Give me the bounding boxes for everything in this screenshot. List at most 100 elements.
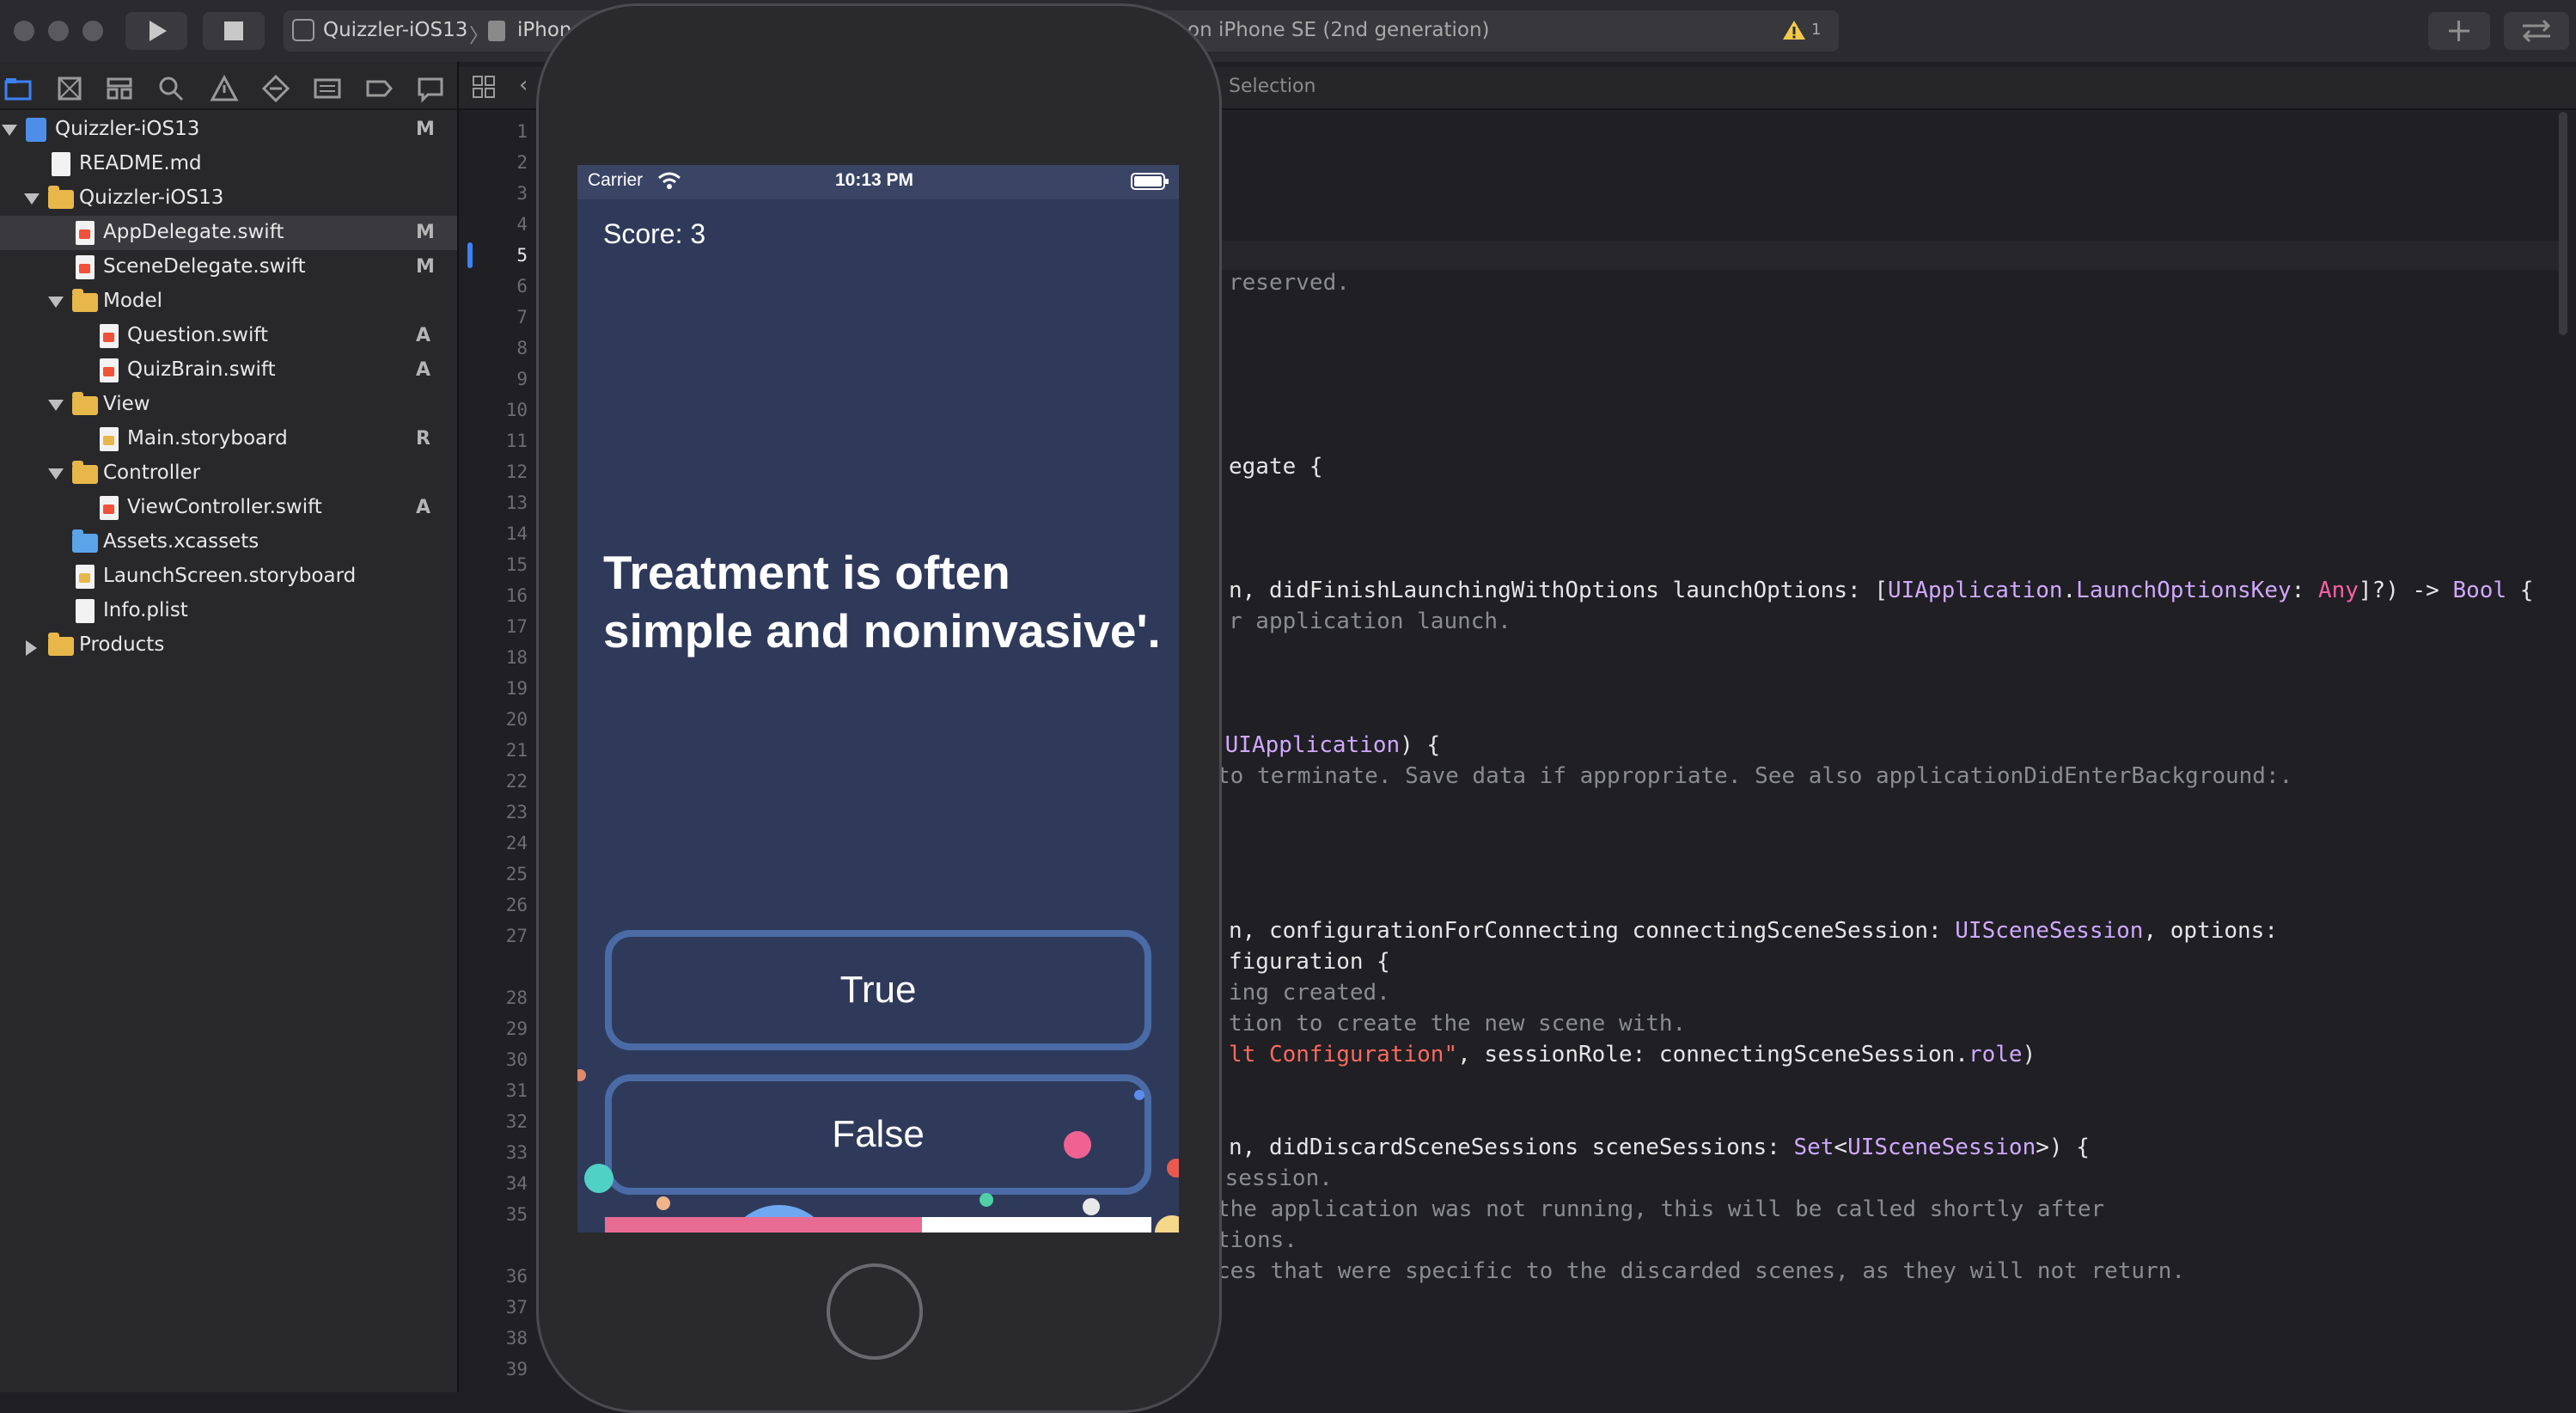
disclosure-icon[interactable]	[48, 400, 64, 411]
swift-file-icon	[76, 255, 95, 279]
search-icon[interactable]	[156, 74, 186, 103]
line-number: 25	[505, 864, 528, 884]
disclosure-icon[interactable]	[24, 193, 40, 205]
scm-status-badge: R	[416, 428, 430, 450]
symbol-navigator-icon[interactable]	[105, 74, 134, 103]
code-review-button[interactable]	[2504, 12, 2569, 50]
disclosure-icon[interactable]	[48, 297, 64, 308]
bubble-decoration	[1155, 1215, 1179, 1233]
nav-item-label: Quizzler-iOS13	[79, 187, 224, 209]
close-window-button[interactable]	[14, 21, 34, 41]
report-navigator-icon[interactable]	[416, 74, 445, 103]
warning-icon[interactable]	[1782, 19, 1806, 41]
bubble-decoration	[1064, 1131, 1091, 1159]
score-label: Score: 3	[603, 218, 706, 249]
nav-item-main-storyboard[interactable]: Main.storyboard R	[0, 422, 457, 456]
nav-item-group-view[interactable]: View	[0, 388, 457, 422]
back-arrow-icon[interactable]: ‹	[519, 72, 528, 98]
nav-item-label: Quizzler-iOS13	[55, 118, 200, 140]
bubble-decoration	[1134, 1090, 1145, 1100]
breakpoint-navigator-icon[interactable]	[364, 74, 394, 103]
nav-item-readme[interactable]: README.md	[0, 147, 457, 181]
nav-item-scenedelegate[interactable]: SceneDelegate.swift M	[0, 250, 457, 284]
related-items-icon[interactable]	[471, 74, 497, 100]
storyboard-file-icon	[100, 427, 119, 451]
nav-item-label: AppDelegate.swift	[103, 221, 284, 243]
folder-icon	[48, 186, 74, 209]
question-label: Treatment is often simple and noninvasiv…	[603, 546, 1161, 658]
code-line: egate {	[1229, 454, 1323, 480]
debug-navigator-icon[interactable]	[313, 74, 342, 103]
code-line: tion to create the new scene with.	[1229, 1011, 1687, 1037]
nav-item-label: ViewController.swift	[127, 496, 322, 518]
warning-count: 1	[1811, 21, 1822, 39]
disclosure-icon[interactable]	[48, 468, 64, 480]
line-number: 26	[505, 895, 528, 915]
code-line: lt Configuration", sessionRole: connecti…	[1229, 1042, 2036, 1067]
nav-item-group-model[interactable]: Model	[0, 284, 457, 319]
nav-item-appdelegate[interactable]: AppDelegate.swift M	[0, 216, 457, 250]
nav-item-label: Main.storyboard	[127, 427, 288, 450]
minimize-window-button[interactable]	[48, 21, 69, 41]
progress-fill	[605, 1217, 922, 1233]
nav-item-project[interactable]: Quizzler-iOS13 M	[0, 113, 457, 147]
line-number: 31	[505, 1080, 528, 1101]
bubble-decoration	[577, 1069, 586, 1081]
issue-navigator-icon[interactable]	[210, 74, 239, 103]
code-line: UIApplication) {	[1224, 732, 1441, 758]
line-number: 2	[516, 152, 528, 173]
run-button[interactable]	[125, 12, 187, 50]
zoom-window-button[interactable]	[82, 21, 103, 41]
test-navigator-icon[interactable]	[261, 74, 290, 103]
line-number: 13	[505, 492, 528, 513]
editor-scrollbar[interactable]	[2559, 112, 2567, 335]
plist-file-icon	[76, 599, 95, 623]
nav-item-launchscreen[interactable]: LaunchScreen.storyboard	[0, 560, 457, 594]
code-line: ing created.	[1229, 980, 1390, 1006]
source-control-icon[interactable]	[55, 74, 84, 103]
library-button[interactable]	[2428, 12, 2490, 50]
progress-bar	[605, 1217, 1151, 1233]
scheme-name[interactable]: Quizzler-iOS13	[323, 19, 467, 41]
line-number: 14	[505, 523, 528, 544]
folder-icon	[72, 392, 98, 415]
xcode-project-icon	[26, 118, 46, 142]
bubble-decoration	[980, 1193, 993, 1207]
true-button[interactable]: True	[605, 930, 1151, 1050]
nav-item-label: Info.plist	[103, 599, 188, 621]
code-line: n, didFinishLaunchingWithOptions launchO…	[1229, 578, 2534, 603]
line-number: 23	[505, 802, 528, 823]
disclosure-icon[interactable]	[2, 125, 17, 136]
folder-icon	[72, 289, 98, 312]
scm-status-badge: A	[416, 497, 431, 518]
asset-catalog-icon	[72, 529, 98, 553]
nav-item-group-products[interactable]: Products	[0, 628, 457, 663]
nav-item-viewcontroller[interactable]: ViewController.swift A	[0, 491, 457, 525]
battery-icon	[1131, 173, 1169, 190]
jump-bar-crumb[interactable]: Selection	[1229, 76, 1315, 97]
stop-button[interactable]	[203, 12, 265, 50]
nav-item-infoplist[interactable]: Info.plist	[0, 594, 457, 628]
wifi-icon	[658, 172, 681, 189]
home-button[interactable]	[827, 1263, 923, 1360]
line-number: 27	[505, 926, 528, 946]
line-number: 36	[505, 1266, 528, 1287]
nav-item-quizbrain[interactable]: QuizBrain.swift A	[0, 353, 457, 388]
plus-icon	[2449, 21, 2469, 41]
nav-item-question[interactable]: Question.swift A	[0, 319, 457, 353]
nav-item-assets[interactable]: Assets.xcassets	[0, 525, 457, 560]
scheme-separator-icon: 〉	[469, 25, 489, 47]
line-number: 22	[505, 771, 528, 792]
swift-file-icon	[100, 358, 119, 382]
nav-item-group-quizzler[interactable]: Quizzler-iOS13	[0, 181, 457, 216]
scm-status-badge: M	[416, 119, 435, 140]
line-number: 32	[505, 1111, 528, 1132]
bubble-decoration	[584, 1164, 613, 1193]
scm-status-badge: M	[416, 222, 435, 243]
folder-icon[interactable]	[3, 74, 33, 103]
scm-status-badge: A	[416, 359, 431, 381]
disclosure-icon[interactable]	[26, 640, 37, 656]
document-icon	[52, 152, 70, 176]
nav-item-group-controller[interactable]: Controller	[0, 456, 457, 491]
swift-file-icon	[76, 221, 95, 245]
